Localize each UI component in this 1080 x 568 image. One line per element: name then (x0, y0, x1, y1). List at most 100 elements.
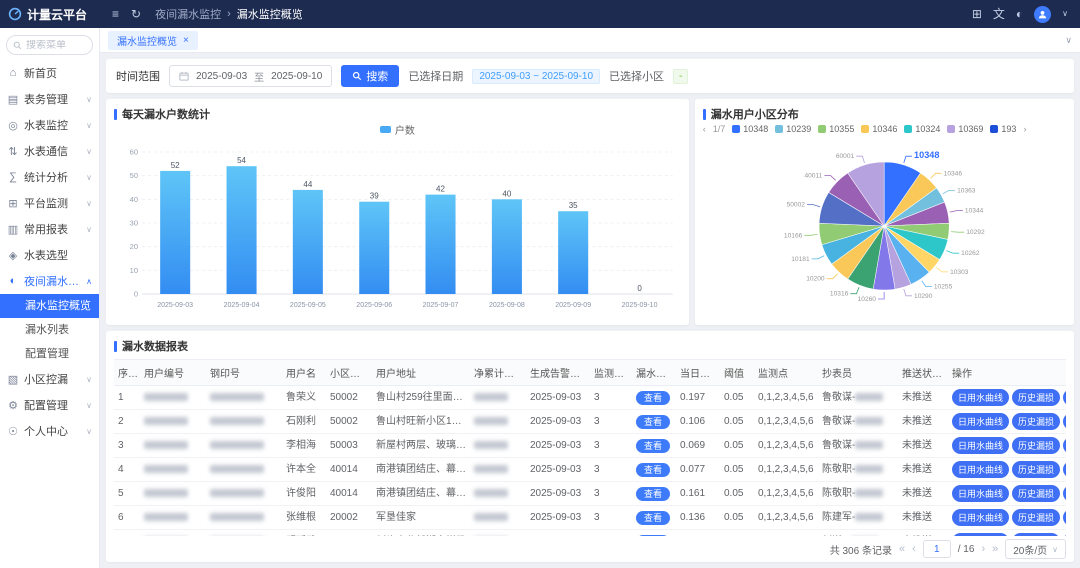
redacted-value (144, 489, 188, 497)
apps-grid-icon[interactable]: ⊞ (972, 8, 982, 20)
sidebar-search[interactable] (6, 35, 93, 55)
avatar[interactable] (1034, 6, 1051, 23)
bar[interactable] (227, 166, 257, 294)
date-start-value[interactable]: 2025-09-03 (196, 71, 247, 82)
bar-chart-legend[interactable]: 户数 (114, 122, 681, 136)
history-leak-button[interactable]: 历史漏损 (1012, 461, 1060, 478)
legend-item[interactable]: 10239 (775, 124, 811, 134)
sidebar-item-platform[interactable]: ⊞平台监测∨ (0, 190, 99, 216)
leak-data-table: 序号用户编号钢印号用户名小区名称用户地址净累计流量生成告警日期监测天数漏水评级当… (114, 359, 1066, 536)
sidebar-item-selection[interactable]: ◈水表选型 (0, 242, 99, 268)
search-button[interactable]: 搜索 (341, 65, 399, 87)
legend-item[interactable]: 10324 (904, 124, 940, 134)
tab-close-icon[interactable]: × (183, 35, 189, 46)
sidebar-item-leak-config[interactable]: 配置管理 (0, 342, 99, 366)
bar[interactable] (160, 171, 190, 294)
tabbar-chevron-icon[interactable]: ∨ (1065, 35, 1072, 46)
title-accent (114, 109, 117, 120)
prev-page-button[interactable]: ‹ (912, 543, 916, 555)
sidebar-item-home[interactable]: ⌂新首页 (0, 60, 99, 86)
breadcrumb-item[interactable]: 夜间漏水监控 (155, 6, 221, 22)
breadcrumb-item-current: 漏水监控概览 (237, 6, 303, 22)
legend-item[interactable]: 193 (990, 124, 1016, 134)
table-cell (470, 458, 526, 482)
table-cell: 0,1,2,3,4,5,6 (754, 482, 818, 506)
app-logo[interactable]: 计量云平台 (0, 6, 100, 23)
sidebar-item-profile[interactable]: ☉个人中心∨ (0, 418, 99, 444)
history-leak-button[interactable]: 历史漏损 (1012, 509, 1060, 526)
history-leak-button[interactable]: 历史漏损 (1012, 485, 1060, 502)
menu-collapse-icon[interactable]: ≡ (112, 8, 119, 20)
history-leak-button[interactable]: 历史漏损 (1012, 437, 1060, 454)
redacted-value (855, 393, 883, 401)
table-scroll-area[interactable]: 序号用户编号钢印号用户名小区名称用户地址净累计流量生成告警日期监测天数漏水评级当… (114, 359, 1066, 536)
legend-prev-icon[interactable]: ‹ (703, 124, 706, 134)
svg-text:10181: 10181 (791, 256, 810, 263)
view-rating-button[interactable]: 查看 (636, 463, 670, 477)
filter-icon[interactable]: ▽ (945, 370, 948, 379)
legend-item[interactable]: 10369 (947, 124, 983, 134)
single-meter-analysis-button[interactable]: 单表分析 (1063, 485, 1066, 502)
table-row: 4许本全40014南港镇团结庄、幕坡组2025-09-033查看0.0770.0… (114, 458, 1066, 482)
table-cell: 0.05 (720, 458, 754, 482)
date-end-value[interactable]: 2025-09-10 (271, 71, 322, 82)
legend-item[interactable]: 10348 (732, 124, 768, 134)
sidebar-item-leak-list[interactable]: 漏水列表 (0, 318, 99, 342)
single-meter-analysis-button[interactable]: 单表分析 (1063, 389, 1066, 406)
daily-water-curve-button[interactable]: 日用水曲线 (952, 485, 1009, 502)
daily-water-curve-button[interactable]: 日用水曲线 (952, 413, 1009, 430)
view-rating-button[interactable]: 查看 (636, 511, 670, 525)
bar[interactable] (359, 202, 389, 294)
sidebar-item-meter-comm[interactable]: ⇅水表通信∨ (0, 138, 99, 164)
last-page-button[interactable]: » (992, 543, 998, 555)
view-rating-button[interactable]: 查看 (636, 415, 670, 429)
daily-water-curve-button[interactable]: 日用水曲线 (952, 389, 1009, 406)
filter-bar: 时间范围 2025-09-03 至 2025-09-10 搜索 已选择日期 20… (106, 59, 1074, 93)
legend-item[interactable]: 10355 (818, 124, 854, 134)
sidebar-item-reports[interactable]: ▥常用报表∨ (0, 216, 99, 242)
bar[interactable] (558, 211, 588, 294)
chevron-down-icon[interactable]: ∨ (1062, 10, 1068, 18)
table-cell: 南港镇团结庄、幕坡组(嘛) (372, 482, 470, 506)
single-meter-analysis-button[interactable]: 单表分析 (1063, 509, 1066, 526)
view-rating-button[interactable]: 查看 (636, 391, 670, 405)
sidebar-item-meter-monitor[interactable]: ◎水表监控∨ (0, 112, 99, 138)
daily-water-curve-button[interactable]: 日用水曲线 (952, 437, 1009, 454)
sidebar-item-config[interactable]: ⚙配置管理∨ (0, 392, 99, 418)
current-page-input[interactable]: 1 (923, 540, 951, 558)
sidebar-item-night-leak[interactable]: ◐夜间漏水监控∧ (0, 268, 99, 294)
tab-leak-overview[interactable]: 漏水监控概览 × (108, 31, 198, 50)
history-leak-button[interactable]: 历史漏损 (1012, 413, 1060, 430)
single-meter-analysis-button[interactable]: 单表分析 (1063, 413, 1066, 430)
sidebar-item-meter-mgmt[interactable]: ▤表务管理∨ (0, 86, 99, 112)
legend-item[interactable]: 10346 (861, 124, 897, 134)
first-page-button[interactable]: « (899, 543, 905, 555)
daily-water-curve-button[interactable]: 日用水曲线 (952, 509, 1009, 526)
bar[interactable] (425, 195, 455, 294)
sidebar-item-leak-overview[interactable]: 漏水监控概览 (0, 294, 99, 318)
bar[interactable] (293, 190, 323, 294)
column-header[interactable]: 推送状态 ▽ (898, 360, 948, 386)
history-leak-button[interactable]: 历史漏损 (1012, 389, 1060, 406)
view-rating-button[interactable]: 查看 (636, 439, 670, 453)
chevron-up-icon: ∧ (86, 277, 92, 286)
refresh-icon[interactable]: ↻ (131, 8, 141, 20)
sidebar-item-stats[interactable]: ∑统计分析∨ (0, 164, 99, 190)
view-rating-button[interactable]: 查看 (636, 487, 670, 501)
svg-text:20: 20 (130, 242, 138, 251)
single-meter-analysis-button[interactable]: 单表分析 (1063, 461, 1066, 478)
sidebar-item-community-leak[interactable]: ▧小区控漏∨ (0, 366, 99, 392)
sidebar-item-label: 夜间漏水监控 (24, 273, 81, 289)
pie-chart-title: 漏水用户小区分布 (711, 106, 799, 122)
single-meter-analysis-button[interactable]: 单表分析 (1063, 437, 1066, 454)
page-size-select[interactable]: 20条/页∨ (1005, 539, 1066, 559)
daily-water-curve-button[interactable]: 日用水曲线 (952, 461, 1009, 478)
legend-next-icon[interactable]: › (1023, 124, 1026, 134)
bar[interactable] (492, 199, 522, 294)
language-icon[interactable]: 文 (993, 8, 1005, 20)
date-range-input[interactable]: 2025-09-03 至 2025-09-10 (169, 65, 332, 87)
table-cell: 50002 (326, 386, 372, 410)
next-page-button[interactable]: › (981, 543, 985, 555)
theme-icon[interactable]: ◐ (1016, 8, 1023, 20)
sidebar-search-input[interactable] (26, 40, 84, 51)
